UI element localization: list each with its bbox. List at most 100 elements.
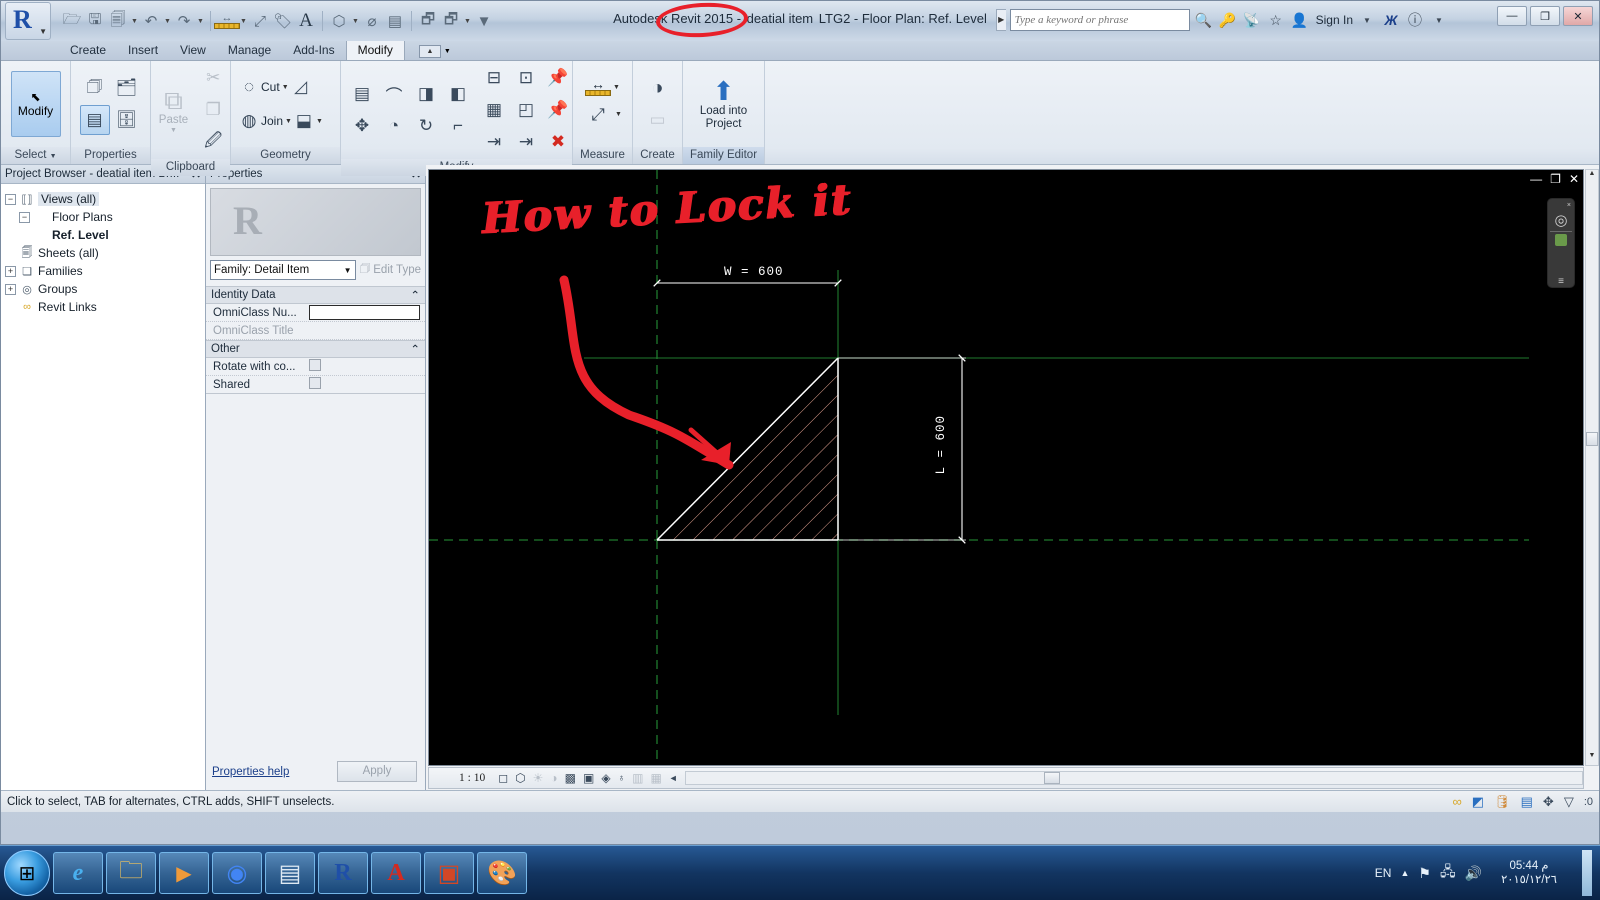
taskbar-adobe-acrobat[interactable]: A [371, 852, 421, 894]
sign-in-caret-icon[interactable]: ▼ [1357, 16, 1377, 25]
pan-icon[interactable] [1555, 234, 1567, 246]
collapse-icon[interactable]: ⌃ [410, 288, 420, 302]
match-type-icon[interactable]: 🖉 [198, 127, 228, 157]
undo-caret-icon[interactable]: ▼ [163, 18, 172, 25]
load-into-project-button[interactable]: ⬆ Load into Project [694, 75, 753, 133]
pin-icon[interactable]: 📌 [543, 95, 573, 125]
expand-collapse-icon[interactable]: + [5, 265, 16, 277]
tree-item-revit-links[interactable]: ∞ Revit Links [5, 298, 201, 316]
taskbar-notepad[interactable]: ▤ [265, 852, 315, 894]
search-expand-arrow-icon[interactable]: ▶ [995, 9, 1006, 31]
section-icon[interactable]: ⌀ [361, 8, 383, 34]
taskbar-file-explorer[interactable]: 🗀 [106, 852, 156, 894]
tab-addins[interactable]: Add-Ins [282, 41, 345, 60]
navbar-menu-icon[interactable]: ≡ [1558, 276, 1564, 287]
language-indicator[interactable]: EN [1375, 866, 1392, 880]
horizontal-scrollbar[interactable] [684, 771, 1583, 785]
align-icon[interactable]: ▤ [347, 79, 377, 109]
redo-icon[interactable]: ↷ [173, 8, 195, 34]
tab-modify[interactable]: Modify [345, 40, 405, 60]
trim-multiple-elements-icon[interactable]: ⇥ [511, 127, 541, 157]
omniclass-number-input[interactable] [309, 305, 421, 320]
mirror-pick-axis-icon[interactable]: ◨ [411, 79, 441, 109]
reveal-hidden-elements-icon[interactable]: ▥ [632, 771, 643, 785]
default-3d-view-icon[interactable]: ⬡ [328, 8, 350, 34]
redo-caret-icon[interactable]: ▼ [196, 18, 205, 25]
show-desktop-button[interactable] [1582, 850, 1592, 896]
network-icon[interactable]: 🖧 [1440, 861, 1456, 885]
scroll-up-icon[interactable]: ▲ [1586, 170, 1598, 183]
copy-icon[interactable]: ◔ [379, 111, 409, 141]
taskbar-paint[interactable]: 🎨 [477, 852, 527, 894]
filter-icon[interactable]: ▽ [1564, 794, 1574, 810]
taskbar-revit[interactable]: R [318, 852, 368, 894]
taskbar-powerpoint[interactable]: ▣ [424, 852, 474, 894]
scroll-down-icon[interactable]: ▼ [1586, 752, 1598, 765]
vertical-scrollbar[interactable]: ▲ ▼ [1585, 169, 1599, 766]
properties-help-link[interactable]: Properties help [212, 766, 289, 778]
length-dimension-label[interactable]: L = 600 [934, 415, 948, 475]
3d-view-caret-icon[interactable]: ▼ [351, 18, 360, 25]
paste-button[interactable]: ⧉ Paste ▼ [153, 84, 194, 136]
action-center-icon[interactable]: ⚑ [1418, 865, 1431, 882]
view-minimize-button[interactable]: — [1530, 172, 1542, 186]
trim-extend-corner-icon[interactable]: ⌐ [443, 111, 473, 141]
tab-manage[interactable]: Manage [217, 41, 282, 60]
family-category-icon[interactable]: 🗂 [112, 73, 142, 103]
detail-level-icon[interactable]: ◻ [498, 771, 508, 785]
rotate-icon[interactable]: ↻ [411, 111, 441, 141]
help-caret-icon[interactable]: ▼ [1429, 16, 1449, 25]
crop-view-icon[interactable]: ▣ [583, 771, 594, 785]
search-icon[interactable]: 🔍 [1194, 12, 1214, 29]
clock[interactable]: 05:44 م ٢٠١٥/١٢/٢٦ [1491, 859, 1567, 887]
close-icon[interactable]: × [1567, 202, 1571, 209]
show-hidden-icons-icon[interactable]: ▲ [1400, 868, 1409, 878]
subscription-key-icon[interactable]: 🔑 [1218, 12, 1238, 29]
close-button[interactable]: ✕ [1563, 6, 1593, 26]
view-close-button[interactable]: ✕ [1569, 172, 1579, 186]
tree-item-ref-level[interactable]: Ref. Level [5, 226, 201, 244]
properties-section-identity-data[interactable]: Identity Data ⌃ [206, 286, 425, 304]
design-options-icon[interactable]: ◩ [1472, 794, 1484, 810]
save-as-caret-icon[interactable]: ▼ [130, 18, 139, 25]
horizontal-scroll-thumb[interactable] [1044, 772, 1061, 784]
drawing-view[interactable]: How to Lock it W = 600 L = 600 — ❐ ✕ × ◎… [428, 169, 1584, 766]
shadows-icon[interactable]: ◑ [550, 771, 557, 785]
create-part-icon[interactable]: ▭ [643, 105, 673, 135]
type-properties-icon[interactable]: 🗇 [80, 73, 110, 103]
apply-button[interactable]: Apply [337, 761, 417, 782]
taskbar-media-player[interactable]: ▶ [159, 852, 209, 894]
split-element-icon[interactable]: ⊟ [479, 63, 509, 93]
expand-collapse-icon[interactable]: − [19, 211, 30, 223]
properties-panel-icon[interactable]: ▤ [79, 105, 110, 135]
render-icon[interactable]: ▩ [565, 771, 576, 785]
cut-profile-icon[interactable]: ◿ [291, 72, 311, 102]
mirror-draw-axis-icon[interactable]: ◧ [443, 79, 473, 109]
tree-item-views-all[interactable]: − ⟦⟧ Views (all) [5, 190, 201, 208]
join-button[interactable]: Join [261, 114, 283, 128]
application-menu-button[interactable]: R ▼ [5, 2, 51, 40]
copy-icon[interactable]: ❐ [198, 95, 228, 125]
collapse-icon[interactable]: ⌃ [410, 342, 420, 356]
switch-join-order-icon[interactable]: ⬓ [294, 106, 314, 136]
taskbar-google-chrome[interactable]: ◉ [212, 852, 262, 894]
switch-windows-caret-icon[interactable]: ▼ [463, 18, 472, 25]
select-links-icon[interactable]: ✥ [1543, 794, 1554, 810]
worksets-icon[interactable]: ∞ [1453, 794, 1462, 809]
sign-in-button[interactable]: Sign In [1316, 13, 1353, 27]
cut-icon[interactable]: ✂ [198, 63, 228, 93]
visual-style-icon[interactable]: ⬡ [515, 771, 525, 785]
open-icon[interactable]: 🗁 [61, 8, 83, 34]
edit-type-button[interactable]: 🗇 Edit Type [360, 261, 421, 280]
measure-along-caret-icon[interactable]: ▼ [615, 111, 622, 118]
join-caret-icon[interactable]: ▼ [285, 118, 292, 125]
tree-item-groups[interactable]: + ◎ Groups [5, 280, 201, 298]
collapse-icon[interactable]: ◄ [669, 773, 678, 783]
offset-icon[interactable]: ⌒ [379, 79, 409, 109]
tab-create[interactable]: Create [59, 41, 117, 60]
ribbon-group-title-select[interactable]: Select ▼ [1, 147, 70, 164]
measure-caret-icon[interactable]: ▼ [239, 18, 248, 25]
favorites-star-icon[interactable]: ☆ [1266, 12, 1286, 29]
vertical-scroll-thumb[interactable] [1586, 431, 1598, 446]
type-selector-dropdown[interactable]: Family: Detail Item ▼ [210, 260, 356, 280]
